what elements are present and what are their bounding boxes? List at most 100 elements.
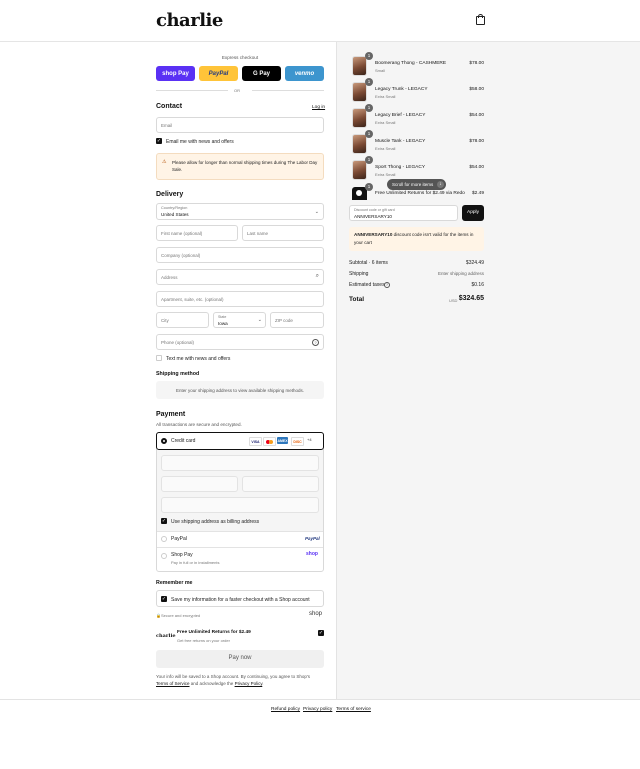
shop-pay-logo: shop bbox=[306, 551, 318, 557]
footer-divider bbox=[0, 699, 640, 700]
arrow-down-icon: ↓ bbox=[437, 181, 444, 188]
warning-icon: ⚠ bbox=[162, 159, 167, 165]
quantity-badge: 1 bbox=[365, 78, 373, 86]
paypal-button[interactable]: PayPal bbox=[199, 66, 238, 81]
login-link[interactable]: Log in bbox=[312, 105, 325, 110]
taxes-label: Estimated taxes bbox=[349, 282, 385, 288]
legal-text-2: and acknowledge the bbox=[190, 681, 234, 686]
google-pay-button[interactable]: G Pay bbox=[242, 66, 281, 81]
product-image bbox=[352, 108, 367, 128]
shop-logo: shop bbox=[309, 611, 323, 617]
more-cards-badge: +4 bbox=[307, 437, 312, 442]
discount-label: Discount code or gift card bbox=[354, 208, 395, 212]
country-label: Country/Region bbox=[161, 206, 188, 210]
city-placeholder: City bbox=[161, 318, 169, 323]
payment-subtitle: All transactions are secure and encrypte… bbox=[156, 422, 242, 427]
shopping-bag-icon[interactable] bbox=[476, 14, 485, 25]
address-field[interactable]: Address ⌕ bbox=[156, 269, 324, 285]
subtotal-value: $324.49 bbox=[465, 260, 484, 266]
save-info-checkbox[interactable]: ✓ bbox=[161, 596, 167, 602]
shipping-label: Shipping bbox=[349, 271, 369, 277]
apartment-field[interactable]: Apartment, suite, etc. (optional) bbox=[156, 291, 324, 307]
billing-checkbox[interactable]: ✓ bbox=[161, 518, 167, 524]
legal-text: Your info will be saved to a Shop accoun… bbox=[156, 673, 324, 687]
amex-icon: AMEX bbox=[277, 437, 288, 444]
venmo-button[interactable]: venmo bbox=[285, 66, 324, 81]
company-field[interactable]: Company (optional) bbox=[156, 247, 324, 263]
news-checkbox[interactable]: ✓ bbox=[156, 138, 162, 144]
last-name-placeholder: Last name bbox=[247, 231, 269, 236]
privacy-link[interactable]: Privacy Policy bbox=[235, 681, 263, 686]
phone-placeholder: Phone (optional) bbox=[161, 340, 195, 345]
delivery-heading: Delivery bbox=[156, 191, 184, 198]
mastercard-icon bbox=[263, 437, 276, 446]
payment-heading: Payment bbox=[156, 411, 186, 418]
shop-pay-subtitle: Pay in full or in installments bbox=[171, 560, 220, 565]
news-label: Email me with news and offers bbox=[166, 139, 234, 145]
scroll-hint[interactable]: Scroll for more items ↓ bbox=[387, 179, 446, 190]
refund-policy-link[interactable]: Refund policy bbox=[271, 707, 300, 712]
item-variant: Extra Small bbox=[375, 120, 396, 125]
item-price: $78.00 bbox=[469, 139, 484, 144]
text-label: Text me with news and offers bbox=[166, 356, 231, 362]
total-label: Total bbox=[349, 296, 365, 303]
text-checkbox[interactable] bbox=[156, 355, 162, 361]
country-value: United States bbox=[161, 212, 189, 217]
item-title: Sport Thong - LEGACY bbox=[375, 165, 426, 170]
item-title: Boomerang Thong - CASHMERE bbox=[375, 61, 447, 66]
quantity-badge: 1 bbox=[365, 156, 373, 164]
credit-card-radio[interactable] bbox=[161, 438, 167, 444]
city-field[interactable]: City bbox=[156, 312, 209, 328]
paypal-logo: PayPal bbox=[305, 536, 320, 541]
discover-icon: DISC bbox=[291, 437, 304, 446]
item-variant: Extra Small bbox=[375, 146, 396, 151]
returns-title: Free Unlimited Returns for $2.49 bbox=[177, 630, 251, 635]
terms-of-service-link[interactable]: Terms of service bbox=[336, 707, 371, 712]
returns-item-icon bbox=[356, 190, 362, 196]
terms-link[interactable]: Terms of Service bbox=[156, 681, 190, 686]
shipping-value: Enter shipping address bbox=[437, 271, 484, 276]
shop-pay-label: Shop Pay bbox=[171, 552, 193, 558]
item-title: Legacy Brief - LEGACY bbox=[375, 113, 426, 118]
info-icon[interactable]: ? bbox=[384, 282, 390, 288]
card-expiry-field[interactable] bbox=[161, 476, 238, 492]
shipping-method-heading: Shipping method bbox=[156, 371, 200, 377]
privacy-policy-link[interactable]: Privacy policy bbox=[303, 707, 332, 712]
paypal-radio[interactable] bbox=[161, 536, 167, 542]
shop-pay-radio[interactable] bbox=[161, 553, 167, 559]
save-info-label: Save my information for a faster checkou… bbox=[171, 597, 310, 603]
card-number-field[interactable] bbox=[161, 455, 319, 471]
shop-pay-button[interactable]: shop Pay bbox=[156, 66, 195, 81]
legal-text-1: Your info will be saved to a Shop accoun… bbox=[156, 674, 311, 679]
item-price: $58.00 bbox=[469, 87, 484, 92]
first-name-field[interactable]: First name (optional) bbox=[156, 225, 238, 241]
shipping-notice: ⚠ Please allow for longer than normal sh… bbox=[156, 153, 324, 180]
state-select[interactable]: State Iowa ⌄ bbox=[213, 312, 266, 328]
returns-checkbox[interactable]: ✓ bbox=[318, 630, 324, 636]
card-cvv-field[interactable] bbox=[242, 476, 319, 492]
chevron-down-icon: ⌄ bbox=[257, 317, 262, 323]
divider bbox=[252, 90, 324, 91]
product-image bbox=[352, 82, 367, 102]
discount-field[interactable]: Discount code or gift card ANNIVERSARY10 bbox=[349, 205, 458, 221]
quantity-badge: 1 bbox=[365, 104, 373, 112]
header: charlie bbox=[0, 0, 640, 42]
logo[interactable]: charlie bbox=[156, 10, 223, 31]
email-field[interactable]: Email bbox=[156, 117, 324, 133]
pay-now-button[interactable]: Pay now bbox=[156, 650, 324, 668]
apartment-placeholder: Apartment, suite, etc. (optional) bbox=[161, 297, 224, 302]
express-checkout-title: Express checkout bbox=[221, 55, 259, 60]
contact-heading: Contact bbox=[156, 103, 183, 110]
item-title: Muscle Tank - LEGACY bbox=[375, 139, 426, 144]
apply-button[interactable]: Apply bbox=[462, 205, 484, 221]
divider bbox=[156, 90, 228, 91]
zip-field[interactable]: ZIP code bbox=[270, 312, 324, 328]
last-name-field[interactable]: Last name bbox=[242, 225, 324, 241]
chevron-down-icon: ⌄ bbox=[314, 209, 319, 215]
phone-field[interactable]: Phone (optional) ? bbox=[156, 334, 324, 350]
country-select[interactable]: Country/Region United States ⌄ bbox=[156, 203, 324, 220]
legal-end: . bbox=[262, 681, 264, 686]
or-divider: OR bbox=[234, 88, 240, 93]
card-name-field[interactable] bbox=[161, 497, 319, 513]
help-icon[interactable]: ? bbox=[312, 339, 319, 346]
